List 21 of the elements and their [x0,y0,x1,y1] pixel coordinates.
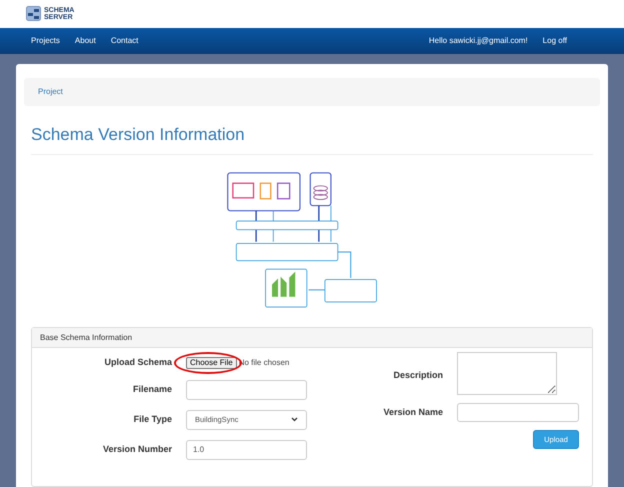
nav-link[interactable]: About [74,34,96,47]
nav-link[interactable]: Contact [110,34,138,47]
chevron-down-icon [291,417,298,422]
nav-link[interactable]: Projects [31,34,60,47]
field-label: Version Number [102,442,172,456]
field-label: Upload Schema [103,356,172,369]
logoff-link[interactable]: Log off [542,34,567,47]
version-number-input[interactable]: 1.0 [186,440,307,460]
field-label: Description [392,368,443,382]
user-greeting: Hello sawicki.jj@gmail.com! [428,34,528,47]
description-textarea[interactable] [457,352,557,395]
field-label: Filename [132,382,172,396]
panel-heading: Base Schema Information [32,328,592,348]
logo-icon [26,6,41,22]
page-title: Schema Version Information [31,124,246,146]
breadcrumb-link[interactable]: Project [38,86,63,98]
filename-input[interactable] [186,380,307,400]
choose-file-button[interactable]: Choose File [186,356,237,369]
field-label: File Type [132,412,172,426]
version-name-input[interactable] [457,403,579,422]
field-label: Version Name [382,406,443,419]
